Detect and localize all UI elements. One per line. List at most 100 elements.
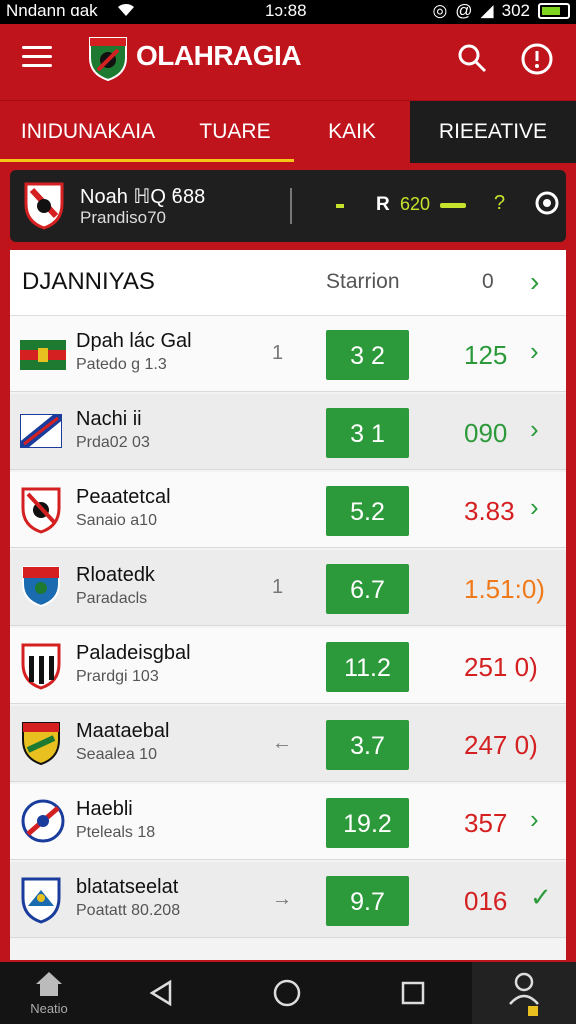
match-name: Noah ℍQ ϐ88: [80, 186, 206, 208]
row-score: 5.2: [326, 486, 409, 536]
chevron-right-icon: ›: [530, 414, 539, 444]
tab-1[interactable]: INIDUNAKAIA: [0, 101, 176, 163]
chevron-right-icon: ›: [530, 804, 539, 834]
row-name: Dpah lác Gal: [76, 330, 192, 352]
row-name: Nachi ii: [76, 408, 142, 430]
search-icon: [458, 44, 487, 73]
row-value: 251 0): [464, 652, 538, 682]
carrier-label: Nndann ɑak: [6, 1, 98, 20]
alarm-icon: ◎: [432, 1, 448, 20]
team-crest-icon: [24, 182, 64, 230]
row-sub: Seaalea 10: [76, 746, 157, 763]
row-mid: 1: [272, 342, 284, 364]
tab-indicator: [0, 159, 294, 162]
row-score: 3 2: [326, 330, 409, 380]
indicator-dot: [336, 204, 344, 208]
match-subtitle: Prandiso70: [80, 208, 167, 227]
row-value: 016: [464, 886, 508, 916]
score-bar: [440, 203, 466, 208]
alert-icon: [521, 43, 553, 75]
list-row[interactable]: Maataebal Seaalea 10 ← 3.7 247 0): [10, 706, 566, 782]
battery-label: 302: [501, 1, 530, 20]
row-score: 3 1: [326, 408, 409, 458]
row-sub: Patedo g 1.3: [76, 356, 167, 373]
battery-icon: [538, 3, 570, 19]
row-score: 3.7: [326, 720, 409, 770]
row-mid: ←: [272, 732, 292, 754]
team-crest-icon: [20, 720, 62, 768]
tab-3[interactable]: KAIK: [294, 101, 410, 163]
row-name: Maataebal: [76, 720, 170, 742]
app-logo: [88, 34, 128, 82]
chevron-right-icon: ›: [530, 492, 539, 522]
clock: 1ɔ:88: [265, 1, 307, 20]
wifi-icon: [116, 2, 136, 23]
row-value: 3.83: [464, 496, 515, 526]
status-bar: Nndann ɑak 1ɔ:88 ◎ @ ◢ 302: [0, 0, 576, 24]
row-sub: Poatatt 80.208: [76, 902, 181, 919]
row-score: 11.2: [326, 642, 409, 692]
featured-match-card[interactable]: Noah ℍQ ϐ88 Prandiso70 R 620 ?: [10, 170, 566, 242]
row-mid: 1: [272, 576, 284, 598]
row-sub: Prda02 03: [76, 434, 150, 451]
profile-button[interactable]: [472, 962, 576, 1024]
row-value: 1.51:0): [464, 574, 545, 604]
row-sub: Prardgi 103: [76, 668, 159, 685]
divider: [290, 188, 292, 224]
row-sub: Pteleals 18: [76, 824, 156, 841]
list-row[interactable]: Paladeisgbal Prardgi 103 11.2 251 0): [10, 628, 566, 704]
row-sub: Sanaio a10: [76, 512, 157, 529]
ranking-list: DJANNIYAS Starrion 0 › Dpah lác Gal Pate…: [10, 250, 566, 960]
app-title: OLAHRAGIA: [136, 40, 302, 71]
team-crest-icon: [20, 486, 62, 534]
chevron-right-icon[interactable]: ›: [530, 266, 539, 298]
check-icon: ✓: [530, 882, 552, 912]
row-name: blatatseelat: [76, 876, 179, 898]
target-icon[interactable]: [534, 190, 560, 216]
team-crest-icon: [20, 642, 62, 690]
row-sub: Paradacls: [76, 590, 148, 607]
list-row[interactable]: Dpah lác Gal Patedo g 1.3 1 3 2 125 ›: [10, 316, 566, 392]
square-icon: [401, 981, 425, 1005]
flag-icon: [16, 408, 66, 456]
app-bar: OLAHRAGIA: [0, 24, 576, 94]
chevron-right-icon: ›: [530, 336, 539, 366]
list-row[interactable]: Peaatetcal Sanaio a10 5.2 3.83 ›: [10, 472, 566, 548]
signal-icon: ◢: [480, 1, 494, 20]
list-row[interactable]: Haebli Pteleals 18 19.2 357 ›: [10, 784, 566, 860]
help-button[interactable]: ?: [494, 192, 505, 215]
flag-icon: [20, 330, 66, 378]
home-circle-icon: [273, 979, 301, 1007]
list-row[interactable]: blatatseelat Poatatt 80.208 → 9.7 016 ✓: [10, 862, 566, 938]
tab-4[interactable]: RIEEATIVE: [410, 101, 576, 163]
row-value: 125: [464, 340, 508, 370]
home-nav-button[interactable]: Neatio: [22, 970, 76, 1022]
row-score: 6.7: [326, 564, 409, 614]
list-row[interactable]: Rloatedk Paradacls 1 6.7 1.51:0): [10, 550, 566, 626]
sync-icon: @: [455, 1, 473, 20]
home-label: Neatio: [30, 1001, 68, 1016]
list-title: DJANNIYAS: [22, 268, 155, 295]
tab-2[interactable]: TUARE: [176, 101, 294, 163]
row-name: Rloatedk: [76, 564, 155, 586]
team-crest-icon: [20, 876, 62, 924]
match-score: 620: [400, 194, 431, 214]
row-value: 247 0): [464, 730, 538, 760]
home-button[interactable]: [270, 976, 304, 1010]
row-name: Haebli: [76, 798, 133, 820]
recents-button[interactable]: [396, 976, 430, 1010]
search-button[interactable]: [456, 42, 488, 74]
count-label: 0: [482, 270, 494, 293]
row-name: Peaatetcal: [76, 486, 171, 508]
back-button[interactable]: [144, 976, 178, 1010]
home-icon: [36, 972, 62, 996]
status-icons: ◎ @ ◢ 302: [432, 1, 570, 21]
team-crest-icon: [20, 798, 65, 846]
system-nav-bar: Neatio: [0, 962, 576, 1024]
menu-button[interactable]: [22, 46, 52, 70]
row-name: Paladeisgbal: [76, 642, 191, 664]
list-row[interactable]: Nachi ii Prda02 03 3 1 090 ›: [10, 394, 566, 470]
row-score: 19.2: [326, 798, 409, 848]
alert-button[interactable]: [520, 42, 554, 76]
user-icon: [509, 972, 539, 1016]
